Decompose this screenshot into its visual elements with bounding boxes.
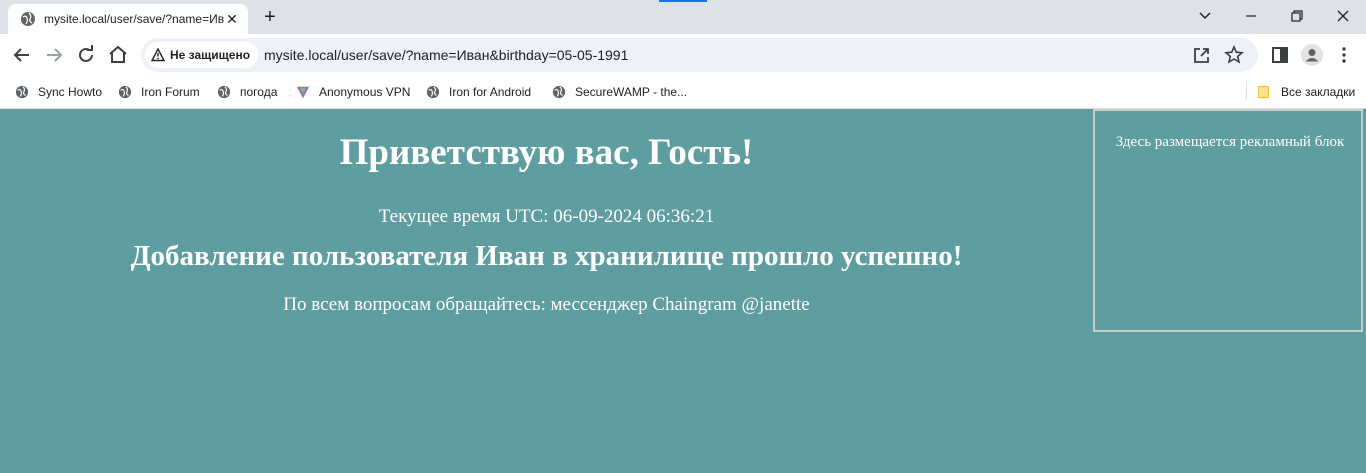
bookmark-label: погода [240, 85, 278, 99]
share-icon[interactable] [1191, 44, 1213, 66]
bookmark-label: Anonymous VPN [319, 85, 411, 99]
globe-icon [426, 85, 440, 99]
tab-search-chevron-icon[interactable] [1182, 0, 1228, 30]
tab-strip: mysite.local/user/save/?name=Иван&birthd… [0, 0, 1366, 34]
bookmark-iron-forum[interactable]: Iron Forum [118, 83, 200, 101]
globe-icon [552, 85, 566, 99]
all-bookmarks-folder[interactable]: Все закладки [1257, 83, 1355, 101]
vpn-shield-icon [296, 86, 310, 99]
folder-icon [1258, 85, 1269, 99]
warning-triangle-icon [151, 48, 165, 62]
bookmark-label: Iron Forum [141, 85, 200, 99]
bookmark-star-icon[interactable] [1223, 44, 1245, 66]
contact-info: По всем вопросам обращайтесь: мессенджер… [283, 294, 810, 315]
bookmark-label: Iron for Android [449, 85, 532, 99]
bookmark-securewamp[interactable]: SecureWAMP - the... [552, 83, 687, 101]
bookmarks-bar: Sync Howto Iron Forum погода Anonymous V… [0, 76, 1366, 109]
browser-tab[interactable]: mysite.local/user/save/?name=Иван&birthd… [8, 4, 248, 34]
address-bar[interactable]: Не защищено mysite.local/user/save/?name… [141, 38, 1258, 72]
reload-icon[interactable] [74, 43, 98, 67]
security-indicator[interactable]: Не защищено [145, 42, 259, 68]
close-tab-icon[interactable]: ✕ [224, 11, 240, 27]
ad-block: Здесь размещается рекламный блок [1093, 109, 1363, 332]
page-content: Приветствую вас, Гость! Текущее время UT… [0, 109, 1366, 473]
browser-toolbar: Не защищено mysite.local/user/save/?name… [0, 34, 1366, 76]
profile-avatar-icon[interactable] [1300, 43, 1324, 67]
greeting-heading: Приветствую вас, Гость! [339, 132, 754, 173]
ad-placeholder-text: Здесь размещается рекламный блок [1115, 134, 1345, 150]
more-menu-icon[interactable] [1332, 43, 1356, 67]
bookmark-label: Sync Howto [38, 85, 103, 99]
tab-title: mysite.local/user/save/?name=Иван&birthd… [44, 12, 224, 26]
success-message: Добавление пользователя Иван в хранилище… [130, 240, 963, 272]
globe-icon [15, 85, 29, 99]
tab-strip-indicator [659, 0, 707, 2]
security-label: Не защищено [170, 48, 251, 62]
bookmark-anonymous-vpn[interactable]: Anonymous VPN [296, 83, 410, 101]
new-tab-button[interactable]: + [258, 6, 282, 28]
back-arrow-icon[interactable] [10, 43, 34, 67]
side-panel-icon[interactable] [1268, 43, 1292, 67]
forward-arrow-icon[interactable] [42, 43, 66, 67]
all-bookmarks-label: Все закладки [1281, 85, 1356, 99]
minimize-button[interactable] [1228, 0, 1274, 30]
bookmarks-divider [1246, 82, 1247, 100]
bookmark-label: SecureWAMP - the... [575, 85, 688, 99]
bookmark-sync-howto[interactable]: Sync Howto [15, 83, 102, 101]
bookmark-pogoda[interactable]: погода [217, 83, 277, 101]
restore-button[interactable] [1274, 0, 1320, 30]
globe-icon [217, 85, 231, 99]
globe-icon [21, 12, 35, 26]
url-text[interactable]: mysite.local/user/save/?name=Иван&birthd… [264, 47, 628, 63]
close-window-button[interactable] [1320, 0, 1366, 30]
home-icon[interactable] [106, 43, 130, 67]
bookmark-iron-for-android[interactable]: Iron for Android [426, 83, 531, 101]
globe-icon [118, 85, 132, 99]
current-time: Текущее время UTC: 06-09-2024 06:36:21 [378, 206, 715, 227]
